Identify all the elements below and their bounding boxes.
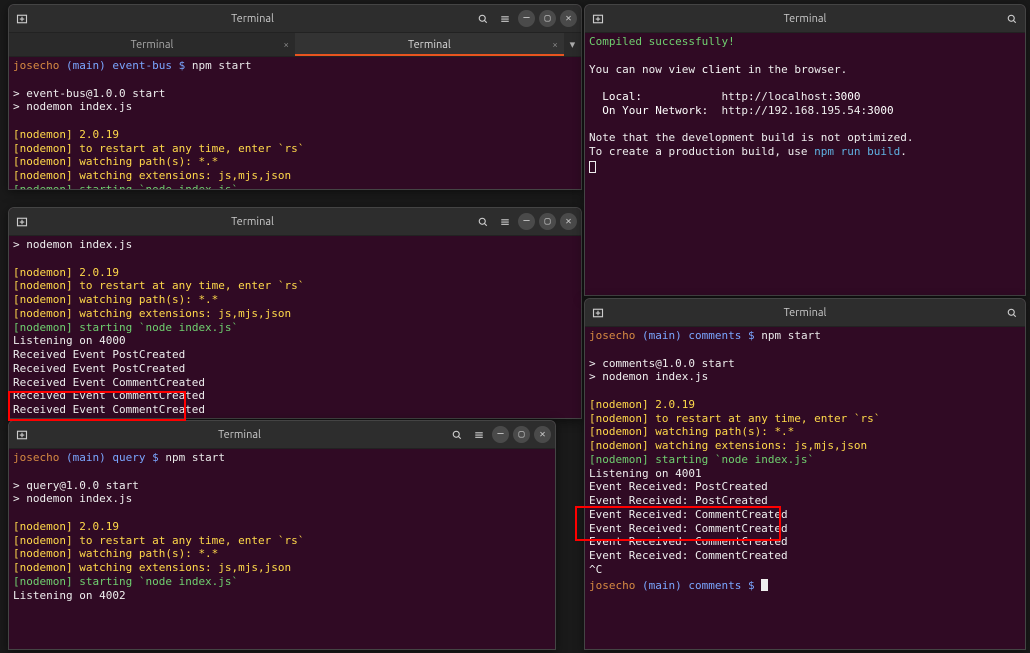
new-tab-button[interactable] [589, 304, 607, 322]
window-title: Terminal [607, 13, 1003, 25]
search-button[interactable] [1003, 10, 1021, 28]
tab-label: Terminal [408, 39, 451, 51]
maximize-button[interactable]: ▢ [539, 10, 556, 27]
close-button[interactable]: ✕ [560, 213, 577, 230]
window-title: Terminal [607, 307, 1003, 319]
search-button[interactable] [448, 426, 466, 444]
terminal-window-eventbus: Terminal ─ ▢ ✕ Terminal × Terminal × ▾ jos… [8, 4, 582, 190]
tab-label: Terminal [131, 39, 174, 51]
menu-button[interactable] [496, 213, 514, 231]
titlebar: Terminal ─ ▢ ✕ [9, 421, 555, 449]
tabbar: Terminal × Terminal × ▾ [9, 33, 581, 57]
new-tab-button[interactable] [13, 10, 31, 28]
tab-close-icon[interactable]: × [283, 39, 289, 50]
tab-2[interactable]: Terminal × [295, 33, 564, 56]
terminal-body[interactable]: Compiled successfully! You can now view … [585, 33, 1025, 295]
menu-button[interactable] [496, 10, 514, 28]
window-title: Terminal [31, 216, 474, 228]
tab-close-icon[interactable]: × [552, 39, 558, 50]
window-title: Terminal [31, 13, 474, 25]
search-button[interactable] [1003, 304, 1021, 322]
terminal-window-query: Terminal ─ ▢ ✕ josecho (main) query $ np… [8, 420, 556, 650]
tab-1[interactable]: Terminal × [9, 33, 295, 56]
new-tab-button[interactable] [13, 213, 31, 231]
close-button[interactable]: ✕ [560, 10, 577, 27]
minimize-button[interactable]: ─ [492, 426, 509, 443]
minimize-button[interactable]: ─ [518, 213, 535, 230]
search-button[interactable] [474, 213, 492, 231]
terminal-body[interactable]: josecho (main) event-bus $ npm start > e… [9, 57, 581, 189]
terminal-window-posts: Terminal ─ ▢ ✕ > nodemon index.js [nodem… [8, 207, 582, 419]
titlebar: Terminal [585, 5, 1025, 33]
menu-button[interactable] [470, 426, 488, 444]
minimize-button[interactable]: ─ [518, 10, 535, 27]
new-tab-button[interactable] [589, 10, 607, 28]
titlebar: Terminal ─ ▢ ✕ [9, 208, 581, 236]
titlebar: Terminal ─ ▢ ✕ [9, 5, 581, 33]
new-tab-button[interactable] [13, 426, 31, 444]
terminal-body[interactable]: josecho (main) comments $ npm start > co… [585, 327, 1025, 649]
close-button[interactable]: ✕ [534, 426, 551, 443]
terminal-body[interactable]: josecho (main) query $ npm start > query… [9, 449, 555, 649]
tab-dropdown[interactable]: ▾ [564, 33, 581, 56]
terminal-window-comments: Terminal josecho (main) comments $ npm s… [584, 298, 1026, 650]
terminal-body[interactable]: > nodemon index.js [nodemon] 2.0.19 [nod… [9, 236, 581, 418]
maximize-button[interactable]: ▢ [513, 426, 530, 443]
terminal-window-client: Terminal Compiled successfully! You can … [584, 4, 1026, 296]
search-button[interactable] [474, 10, 492, 28]
titlebar: Terminal [585, 299, 1025, 327]
window-title: Terminal [31, 429, 448, 441]
maximize-button[interactable]: ▢ [539, 213, 556, 230]
